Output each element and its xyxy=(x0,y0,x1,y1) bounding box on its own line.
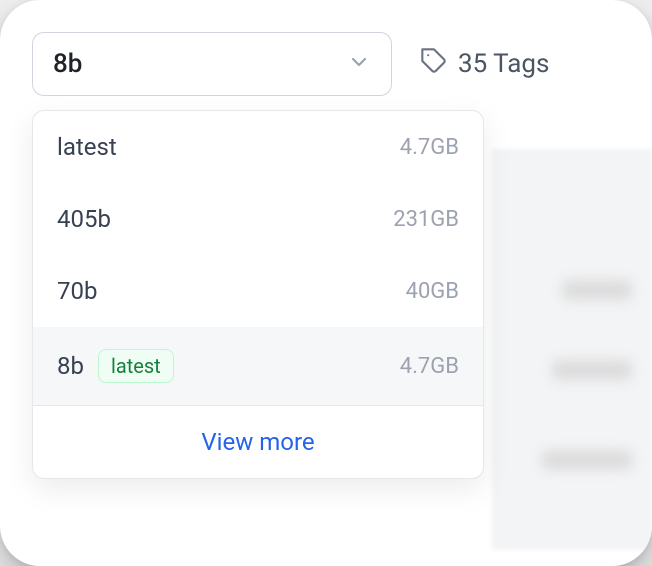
tags-link[interactable]: 35 Tags xyxy=(420,47,549,82)
blur-text xyxy=(562,280,632,300)
blur-text xyxy=(542,450,632,470)
item-left: 405b xyxy=(57,205,111,233)
item-left: 70b xyxy=(57,277,97,305)
item-left: latest xyxy=(57,133,117,161)
item-label: 8b xyxy=(57,352,84,380)
item-label: 70b xyxy=(57,277,97,305)
dropdown-item[interactable]: 70b 40GB xyxy=(33,255,483,327)
tag-select[interactable]: 8b xyxy=(32,32,392,96)
dropdown-item-selected[interactable]: 8b latest 4.7GB xyxy=(33,327,483,405)
tag-dropdown: latest 4.7GB 405b 231GB 70b 40GB 8b late… xyxy=(32,110,484,479)
view-more-label: View more xyxy=(201,428,314,456)
item-label: latest xyxy=(57,133,117,161)
item-size: 231GB xyxy=(393,207,459,232)
top-row: 8b 35 Tags xyxy=(32,32,652,96)
item-size: 40GB xyxy=(406,279,459,304)
select-value: 8b xyxy=(53,49,82,79)
view-more-link[interactable]: View more xyxy=(33,405,483,478)
latest-badge: latest xyxy=(98,349,174,383)
item-left: 8b latest xyxy=(57,349,174,383)
card-container: 8b 35 Tags latest 4.7GB xyxy=(0,0,652,566)
tags-count: 35 Tags xyxy=(458,49,549,79)
item-size: 4.7GB xyxy=(400,354,459,379)
tag-icon xyxy=(420,47,448,82)
item-label: 405b xyxy=(57,205,111,233)
dropdown-item[interactable]: latest 4.7GB xyxy=(33,111,483,183)
background-blur xyxy=(492,150,652,550)
blur-text xyxy=(552,360,632,380)
dropdown-item[interactable]: 405b 231GB xyxy=(33,183,483,255)
chevron-down-icon xyxy=(347,50,371,78)
item-size: 4.7GB xyxy=(400,135,459,160)
